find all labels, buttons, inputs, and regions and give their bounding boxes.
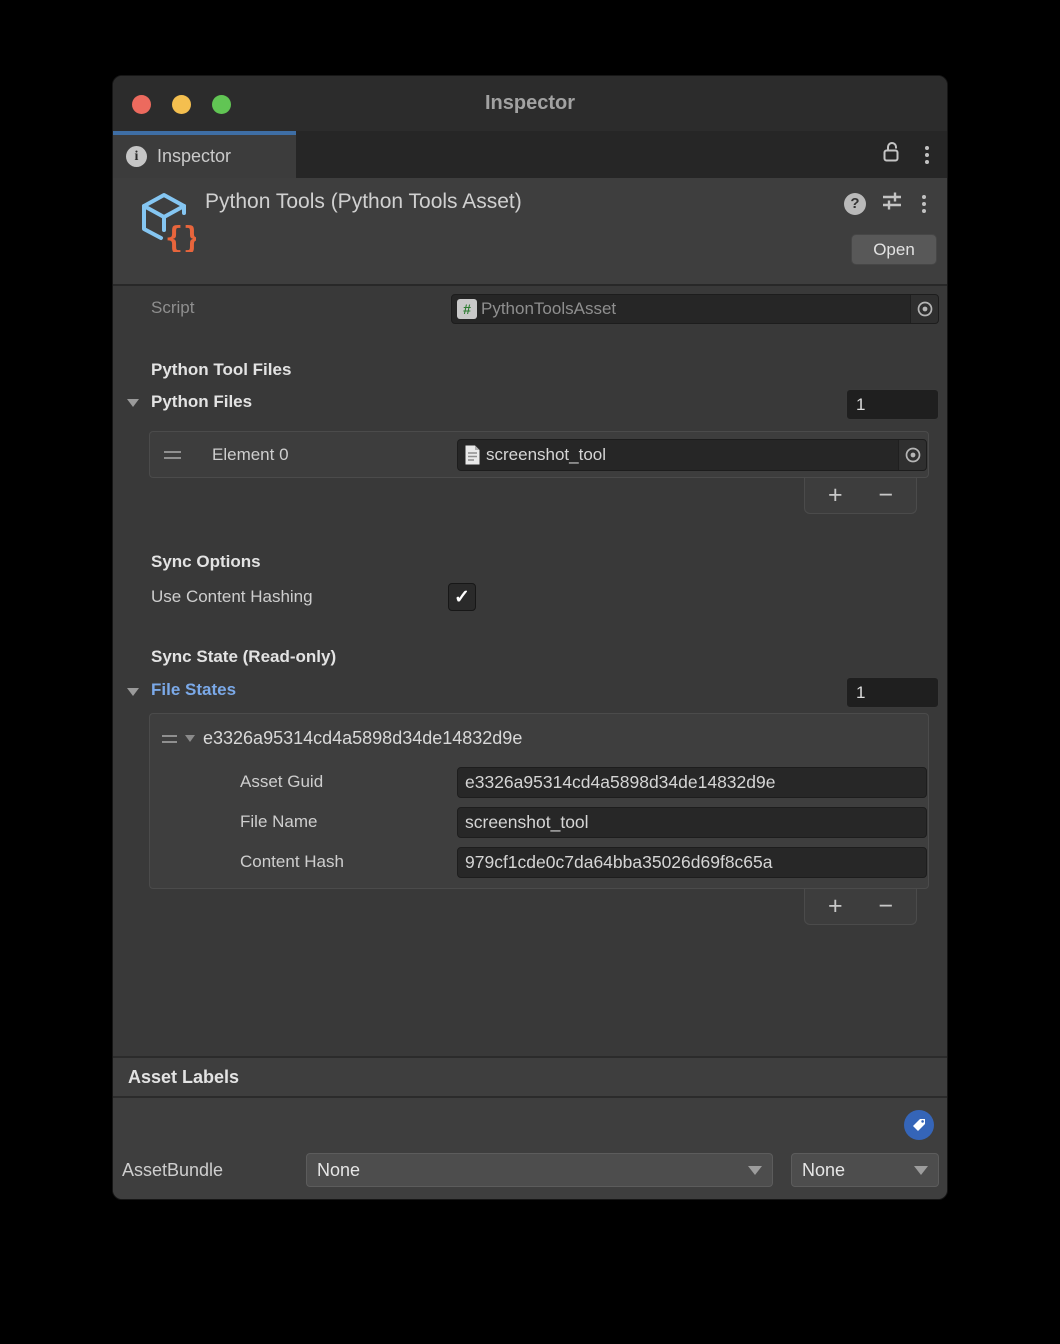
open-button[interactable]: Open xyxy=(851,234,937,265)
text-asset-icon xyxy=(463,444,482,466)
object-picker-icon[interactable] xyxy=(898,440,926,470)
entry-guid-header: e3326a95314cd4a5898d34de14832d9e xyxy=(203,728,522,749)
tab-inspector-label: Inspector xyxy=(157,135,231,178)
use-content-hashing-checkbox[interactable]: ✓ xyxy=(448,583,476,611)
sync-state-heading: Sync State (Read-only) xyxy=(151,647,336,667)
window-titlebar[interactable]: Inspector xyxy=(113,76,947,131)
asset-bundle-variant-value: None xyxy=(802,1160,845,1181)
presets-icon[interactable] xyxy=(881,190,903,217)
header-menu-icon[interactable] xyxy=(918,191,930,217)
inspector-body: Script # PythonToolsAsset Python Tool Fi… xyxy=(113,286,947,1056)
inspector-window: Inspector i Inspector xyxy=(112,75,948,1200)
content-hash-label: Content Hash xyxy=(240,852,344,872)
entry-foldout-arrow-icon[interactable] xyxy=(185,735,195,742)
drag-handle-icon[interactable] xyxy=(162,735,177,743)
csharp-script-icon: # xyxy=(457,299,477,319)
asset-bundle-dropdown[interactable]: None xyxy=(306,1153,773,1187)
python-tools-asset-icon: {} xyxy=(134,190,196,252)
dropdown-arrow-icon xyxy=(748,1166,762,1175)
object-picker-icon[interactable] xyxy=(910,295,938,323)
tag-icon xyxy=(911,1117,927,1133)
add-element-button[interactable]: + xyxy=(815,483,855,508)
asset-bundle-value: None xyxy=(317,1160,360,1181)
foldout-arrow-icon xyxy=(127,399,139,407)
tab-inspector[interactable]: i Inspector xyxy=(113,131,296,178)
file-name-label: File Name xyxy=(240,812,317,832)
script-field-label: Script xyxy=(151,298,194,318)
remove-file-state-button[interactable]: − xyxy=(866,894,906,919)
list-footer: + − xyxy=(804,478,917,514)
asset-labels-bar: Asset Labels xyxy=(113,1056,947,1098)
script-object-field[interactable]: # PythonToolsAsset xyxy=(451,294,939,324)
sync-options-heading: Sync Options xyxy=(151,552,261,572)
asset-labels-heading: Asset Labels xyxy=(128,1067,239,1088)
label-tag-button[interactable] xyxy=(904,1110,934,1140)
python-files-count-field[interactable]: 1 xyxy=(846,389,939,420)
list-footer: + − xyxy=(804,889,917,925)
use-content-hashing-label: Use Content Hashing xyxy=(151,587,313,607)
desktop-background: Inspector i Inspector xyxy=(0,0,1060,1344)
python-tool-files-heading: Python Tool Files xyxy=(151,360,291,380)
info-icon: i xyxy=(126,146,147,167)
asset-title: Python Tools (Python Tools Asset) xyxy=(205,190,522,214)
asset-bundle-variant-dropdown[interactable]: None xyxy=(791,1153,939,1187)
help-icon[interactable]: ? xyxy=(844,193,866,215)
element-value: screenshot_tool xyxy=(486,445,606,465)
remove-element-button[interactable]: − xyxy=(866,483,906,508)
file-states-label[interactable]: File States xyxy=(151,680,236,700)
asset-bundle-label: AssetBundle xyxy=(122,1153,223,1187)
tab-bar: i Inspector xyxy=(113,131,947,178)
file-state-entry: e3326a95314cd4a5898d34de14832d9e Asset G… xyxy=(149,713,929,889)
checkmark-icon: ✓ xyxy=(454,586,470,609)
file-states-count-field[interactable]: 1 xyxy=(846,677,939,708)
asset-header: {} Python Tools (Python Tools Asset) ? O… xyxy=(113,178,947,286)
element-object-field[interactable]: screenshot_tool xyxy=(457,439,927,471)
dropdown-arrow-icon xyxy=(914,1166,928,1175)
python-files-label: Python Files xyxy=(151,392,252,412)
file-name-field[interactable]: screenshot_tool xyxy=(457,807,927,838)
add-file-state-button[interactable]: + xyxy=(815,894,855,919)
python-files-foldout[interactable] xyxy=(127,394,139,412)
file-states-foldout[interactable] xyxy=(127,683,139,701)
window-title: Inspector xyxy=(113,76,947,131)
foldout-arrow-icon xyxy=(127,688,139,696)
script-field-value: PythonToolsAsset xyxy=(481,299,616,319)
drag-handle-icon[interactable] xyxy=(164,451,181,459)
tab-menu-icon[interactable] xyxy=(921,142,933,168)
asset-bundle-section: AssetBundle None None xyxy=(113,1098,947,1200)
asset-guid-field[interactable]: e3326a95314cd4a5898d34de14832d9e xyxy=(457,767,927,798)
braces-glyph: {} xyxy=(165,221,196,252)
list-item[interactable]: Element 0 screenshot_tool xyxy=(150,432,928,477)
asset-guid-label: Asset Guid xyxy=(240,772,323,792)
element-label: Element 0 xyxy=(212,445,289,465)
python-files-list: Element 0 screenshot_tool xyxy=(149,431,929,478)
lock-icon[interactable] xyxy=(881,140,903,169)
content-hash-field[interactable]: 979cf1cde0c7da64bba35026d69f8c65a xyxy=(457,847,927,878)
